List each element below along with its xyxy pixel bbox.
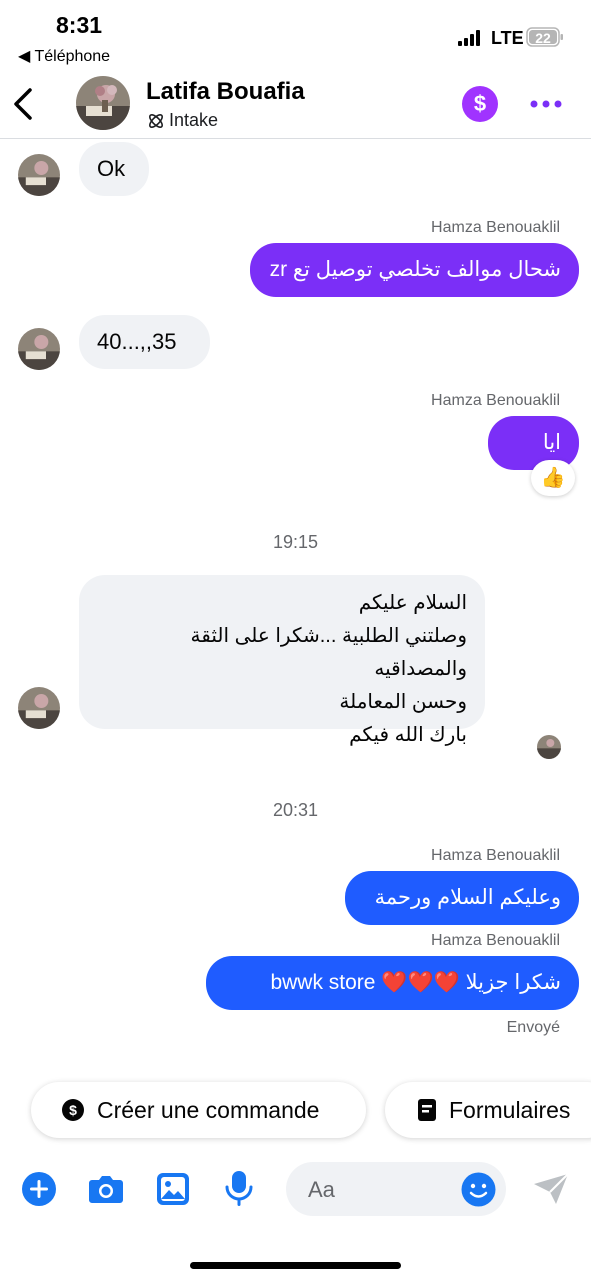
intake-label: Intake xyxy=(169,110,219,130)
avatar-photo-icon xyxy=(76,76,130,130)
message-line: بارك الله فيكم xyxy=(349,724,467,746)
message-input-placeholder: Aa xyxy=(308,1177,335,1202)
battery-level: 22 xyxy=(535,30,551,46)
timestamp: 19:15 xyxy=(272,532,319,552)
contact-avatar[interactable] xyxy=(76,76,130,130)
emoji-icon[interactable] xyxy=(461,1172,496,1207)
back-chevron-icon[interactable] xyxy=(10,84,36,124)
avatar-photo-icon xyxy=(537,735,561,759)
message-line: وصلتني الطلبية ...شكرا على الثقة والمصدا… xyxy=(190,625,467,680)
outgoing-message[interactable]: شكرا جزيلا ❤️❤️❤️ bwwk store xyxy=(206,956,579,1010)
message-line: وحسن المعاملة xyxy=(339,691,467,713)
read-receipt-avatar xyxy=(537,735,561,759)
forms-button[interactable]: Formulaires xyxy=(385,1082,591,1138)
sender-name: Hamza Benouaklil xyxy=(431,392,560,409)
back-to-app-link[interactable]: ◀ Téléphone xyxy=(18,46,110,66)
outgoing-message[interactable]: شحال موالف تخلصي توصيل تع zr xyxy=(250,243,579,297)
home-indicator xyxy=(190,1262,401,1269)
microphone-icon[interactable] xyxy=(224,1170,254,1208)
delivery-status: Envoyé xyxy=(506,1019,560,1036)
create-order-button[interactable]: $ Créer une commande xyxy=(31,1082,366,1138)
gallery-image-icon[interactable] xyxy=(155,1171,191,1207)
send-icon[interactable] xyxy=(532,1172,570,1206)
intake-icon xyxy=(149,113,163,128)
more-options-icon[interactable] xyxy=(528,94,564,114)
svg-text:$: $ xyxy=(69,1102,77,1118)
network-type: LTE xyxy=(491,28,524,48)
timestamp: 20:31 xyxy=(272,800,319,820)
signal-icon xyxy=(458,30,480,46)
contact-avatar-small xyxy=(18,687,60,729)
contact-name[interactable]: Latifa Bouafia xyxy=(146,78,305,106)
status-time: 8:31 xyxy=(56,12,103,38)
dollar-circle-icon: $ xyxy=(62,1099,84,1121)
form-icon xyxy=(418,1099,436,1121)
forms-label: Formulaires xyxy=(449,1096,571,1123)
contact-subtitle: Intake xyxy=(146,110,218,131)
incoming-message[interactable]: 40...,,35 xyxy=(79,315,210,369)
outgoing-message[interactable]: وعليكم السلام ورحمة الله xyxy=(345,871,579,963)
payment-dollar-icon[interactable]: $ xyxy=(462,86,498,122)
incoming-message[interactable]: Ok xyxy=(79,142,149,196)
incoming-message[interactable]: السلام عليكم وصلتني الطلبية ...شكرا على … xyxy=(79,575,485,746)
sender-name: Hamza Benouaklil xyxy=(431,847,560,864)
avatar-photo-icon xyxy=(18,687,60,729)
add-plus-icon[interactable] xyxy=(21,1171,57,1207)
avatar-photo-icon xyxy=(18,154,60,196)
message-line: السلام عليكم xyxy=(358,592,467,614)
thumbs-up-reaction-icon[interactable]: 👍 xyxy=(531,460,575,496)
sender-name: Hamza Benouaklil xyxy=(431,932,560,949)
sender-name: Hamza Benouaklil xyxy=(431,219,560,236)
contact-avatar-small xyxy=(18,328,60,370)
contact-avatar-small xyxy=(18,154,60,196)
camera-icon[interactable] xyxy=(88,1172,124,1206)
avatar-photo-icon xyxy=(18,328,60,370)
create-order-label: Créer une commande xyxy=(97,1096,320,1123)
